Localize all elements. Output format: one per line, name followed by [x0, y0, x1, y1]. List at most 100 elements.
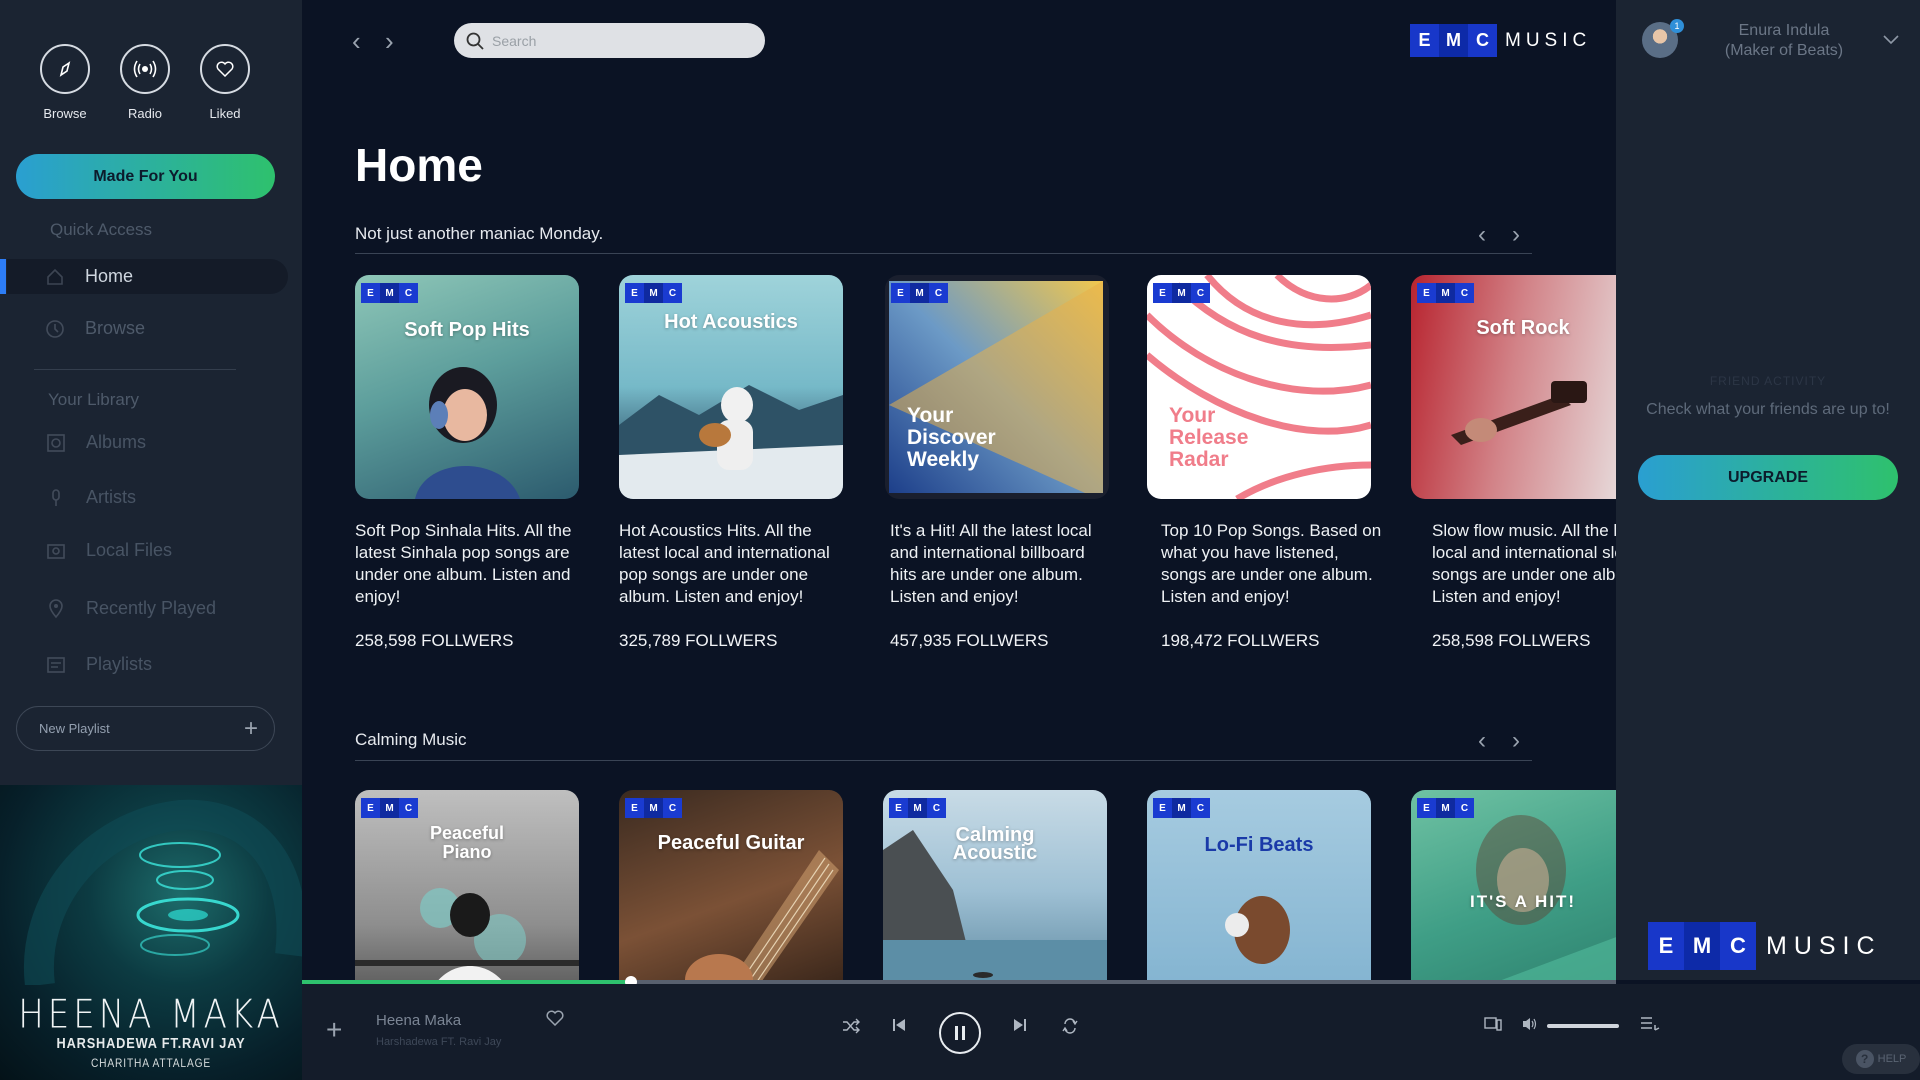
card-cover-title: Your Release Radar: [1169, 404, 1249, 471]
sidebar-item-local-files[interactable]: Local Files: [46, 540, 172, 561]
sidebar-item-recently-played[interactable]: Recently Played: [46, 598, 216, 619]
card-artwork: [355, 888, 579, 980]
playlist-card-lo-fi-beats[interactable]: EMC Lo-Fi Beats: [1147, 790, 1371, 980]
avatar[interactable]: 1: [1642, 19, 1684, 58]
add-icon[interactable]: +: [326, 1014, 342, 1046]
playlist-card-hot-acoustics[interactable]: EMC Hot Acoustics: [619, 275, 843, 499]
volume-slider[interactable]: [1547, 1024, 1619, 1028]
search-icon: [466, 32, 484, 50]
question-icon: ?: [1855, 1050, 1874, 1068]
card-emc-badge: EMC: [891, 283, 948, 303]
logo-letter: M: [1684, 922, 1720, 970]
badge-letter: M: [644, 283, 663, 303]
back-arrow-icon[interactable]: ‹: [352, 28, 361, 54]
search-input[interactable]: [492, 32, 742, 49]
sidebar-item-artists[interactable]: Artists: [46, 487, 136, 508]
devices-icon[interactable]: [1484, 1016, 1502, 1032]
plus-icon: +: [243, 714, 258, 742]
badge-letter: C: [399, 283, 418, 303]
card-followers: 198,472 FOLLWERS: [1161, 631, 1320, 650]
heart-icon[interactable]: [546, 1010, 564, 1026]
repeat-icon[interactable]: [1062, 1018, 1078, 1034]
logo-letter: M: [1439, 24, 1468, 57]
logo-word: MUSIC: [1766, 931, 1882, 960]
chevron-down-icon[interactable]: [1882, 28, 1900, 51]
card-emc-badge: EMC: [625, 798, 682, 818]
next-icon[interactable]: [1013, 1018, 1027, 1032]
top-nav-browse[interactable]: Browse: [40, 44, 90, 121]
friend-activity-title: FRIEND ACTIVITY: [1709, 374, 1827, 388]
badge-letter: C: [663, 283, 682, 303]
quick-access-heading: Quick Access: [50, 220, 153, 239]
upgrade-button[interactable]: UPGRADE: [1638, 455, 1898, 500]
now-playing-album-art[interactable]: HEENA MAKA HARSHADEWA FT.RAVI JAY CHARIT…: [0, 785, 302, 1080]
badge-letter: M: [1172, 283, 1191, 303]
now-playing-artist: Harshadewa FT. Ravi Jay: [376, 1036, 502, 1048]
playlist-card-peaceful-guitar[interactable]: EMC Peaceful Guitar: [619, 790, 843, 980]
badge-letter: E: [889, 798, 908, 818]
sidebar-item-albums[interactable]: Albums: [46, 432, 146, 453]
card-followers: 258,598 FOLLWERS: [355, 631, 514, 650]
sidebar-item-browse[interactable]: Browse: [7, 311, 288, 346]
previous-icon[interactable]: [892, 1018, 906, 1032]
badge-letter: M: [644, 798, 663, 818]
badge-letter: M: [380, 798, 399, 818]
playlist-card-peaceful-piano[interactable]: EMC Peaceful Piano: [355, 790, 579, 980]
badge-letter: E: [1417, 798, 1436, 818]
compass-icon: [46, 319, 64, 338]
sidebar-item-home[interactable]: Home: [0, 259, 288, 294]
player-bar: + Heena Maka Harshadewa FT. Ravi Jay ? H…: [302, 984, 1920, 1080]
home-icon: [47, 268, 63, 285]
playlist-card-release-radar[interactable]: EMC Your Release Radar: [1147, 275, 1371, 499]
section-prev-icon[interactable]: ‹: [1478, 223, 1486, 247]
top-nav-liked[interactable]: Liked: [200, 44, 250, 121]
compass-icon: [40, 44, 90, 94]
top-nav-liked-label: Liked: [209, 106, 241, 121]
playlist-card-discover-weekly[interactable]: EMC Your Discover Weekly: [885, 275, 1109, 499]
card-followers: 457,935 FOLLWERS: [890, 631, 1049, 650]
card-cover-title: IT'S A HIT!: [1470, 892, 1576, 911]
help-button[interactable]: ? HELP: [1842, 1044, 1920, 1074]
page-title: Home: [355, 139, 483, 191]
card-followers: 258,598 FOLLWERS: [1432, 631, 1591, 650]
playlist-card-calming-acoustic[interactable]: EMC Calming Acoustic: [883, 790, 1107, 980]
friend-activity-text: Check what your friends are up to!: [1646, 401, 1890, 418]
badge-letter: E: [625, 283, 644, 303]
album-art-graphic: [23, 799, 302, 985]
now-playing-song: Heena Maka: [376, 1012, 462, 1029]
section-title: Calming Music: [355, 730, 467, 749]
section-prev-icon[interactable]: ‹: [1478, 729, 1486, 753]
forward-arrow-icon[interactable]: ›: [385, 28, 394, 54]
card-artwork: [415, 367, 520, 499]
card-cover-title: Hot Acoustics: [664, 311, 798, 333]
card-artwork: [685, 850, 839, 980]
heart-icon: [200, 44, 250, 94]
active-indicator: [0, 259, 6, 294]
shuffle-icon[interactable]: [842, 1018, 860, 1034]
sidebar: Browse Radio Liked Made For You Quick Ac…: [0, 0, 302, 785]
card-cover-title: Soft Rock: [1476, 317, 1570, 339]
card-cover-title: Peaceful Guitar: [657, 832, 805, 854]
album-art-producer: CHARITHA ATTALAGE: [90, 1056, 212, 1070]
sidebar-item-playlists[interactable]: Playlists: [46, 654, 152, 675]
badge-letter: C: [929, 283, 948, 303]
search-bar[interactable]: [454, 23, 765, 58]
made-for-you-button[interactable]: Made For You: [16, 154, 275, 199]
pause-button[interactable]: [939, 1012, 981, 1054]
section-next-icon[interactable]: ›: [1512, 729, 1520, 753]
top-nav-radio[interactable]: Radio: [120, 44, 170, 121]
card-followers: 325,789 FOLLWERS: [619, 631, 778, 650]
section-next-icon[interactable]: ›: [1512, 223, 1520, 247]
main-content: ‹ › E M C MUSIC Home Not just another ma…: [302, 0, 1616, 980]
badge-letter: C: [1191, 283, 1210, 303]
volume-icon[interactable]: [1522, 1016, 1538, 1032]
playlist-card-its-a-hit[interactable]: EMC IT'S A HIT!: [1411, 790, 1616, 980]
logo-letter: C: [1468, 24, 1497, 57]
playlist-card-soft-rock[interactable]: EMC Soft Rock: [1411, 275, 1616, 499]
new-playlist-button[interactable]: New Playlist +: [16, 706, 275, 751]
badge-letter: C: [663, 798, 682, 818]
badge-letter: C: [927, 798, 946, 818]
pause-icon: [955, 1026, 965, 1040]
queue-icon[interactable]: [1640, 1016, 1660, 1032]
playlist-card-soft-pop-hits[interactable]: EMC Soft Pop Hits: [355, 275, 579, 499]
